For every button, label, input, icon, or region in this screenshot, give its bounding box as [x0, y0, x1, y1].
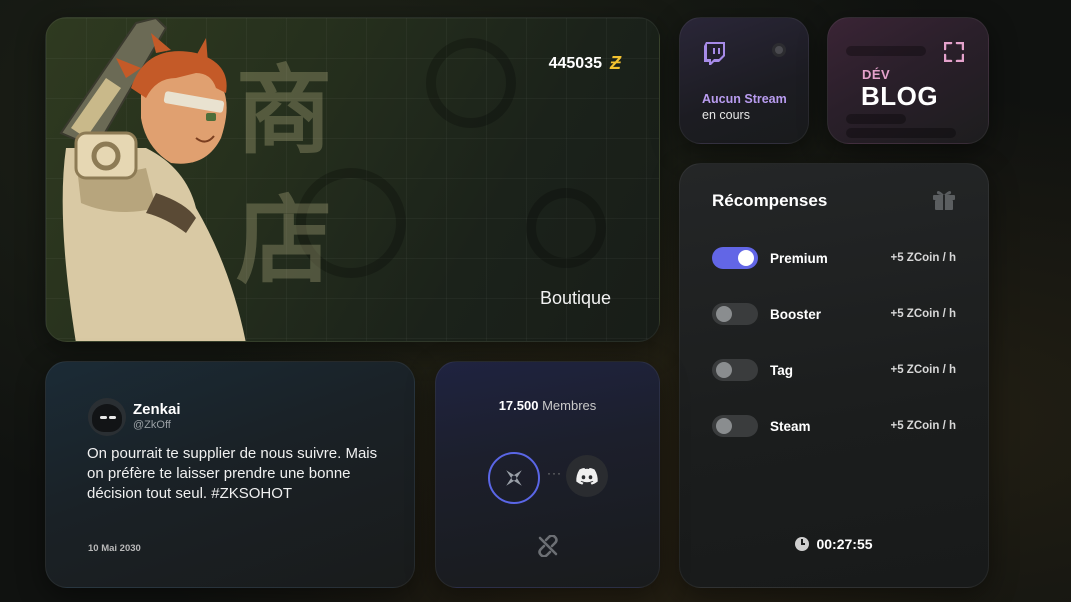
blog-title: BLOG — [861, 81, 939, 111]
reward-row-premium: Premium +5 ZCoin / h — [712, 246, 956, 270]
reward-row-steam: Steam +5 ZCoin / h — [712, 414, 956, 438]
tweet-author-name: Zenkai — [133, 401, 181, 418]
blog-small-label: DÉV — [862, 67, 891, 82]
steam-toggle[interactable] — [712, 415, 758, 437]
twitch-icon — [704, 42, 725, 65]
shuriken-icon — [506, 470, 522, 486]
cloud-ornament — [426, 38, 516, 128]
booster-toggle[interactable] — [712, 303, 758, 325]
reward-row-tag: Tag +5 ZCoin / h — [712, 358, 956, 382]
rewards-title: Récompenses — [712, 191, 828, 210]
member-count-value: 17.500 — [498, 398, 539, 413]
character-illustration — [59, 18, 246, 341]
avatar — [88, 398, 126, 436]
connection-dots: ··· — [547, 466, 562, 480]
twitch-card[interactable]: Aucun Stream en cours — [679, 17, 809, 144]
gift-icon — [933, 191, 955, 210]
reward-value: +5 ZCoin / h — [890, 308, 957, 320]
live-status-dot — [772, 43, 786, 57]
reward-timer: 00:27:55 — [680, 536, 988, 552]
shop-coin-balance: 445035 Ƶ — [549, 53, 621, 74]
tweet-date: 10 Mai 2030 — [88, 543, 141, 554]
premium-toggle[interactable] — [712, 247, 758, 269]
focus-frame-icon[interactable] — [944, 42, 964, 62]
reward-value: +5 ZCoin / h — [890, 364, 957, 376]
clock-icon — [795, 537, 810, 551]
reward-name: Tag — [770, 362, 793, 378]
tweet-card[interactable]: Zenkai @ZkOff On pourrait te supplier de… — [45, 361, 415, 588]
timer-value: 00:27:55 — [816, 536, 873, 552]
tag-toggle[interactable] — [712, 359, 758, 381]
zcoin-icon: Ƶ — [610, 53, 621, 73]
tweet-author-handle[interactable]: @ZkOff — [133, 419, 171, 431]
zk-server-icon — [488, 452, 540, 504]
discord-logo-icon — [576, 467, 598, 485]
reward-value: +5 ZCoin / h — [890, 252, 957, 264]
coin-amount: 445035 — [548, 54, 602, 72]
blog-card[interactable]: DÉV BLOG — [827, 17, 989, 144]
reward-name: Premium — [770, 250, 828, 266]
discord-icon[interactable] — [566, 455, 608, 497]
shop-label[interactable]: Boutique — [540, 288, 611, 309]
shop-card[interactable]: 商 店 445035 Ƶ Boutique — [45, 17, 660, 342]
stream-status-sub: en cours — [702, 108, 750, 122]
reward-name: Steam — [770, 418, 811, 434]
cloud-ornament — [526, 188, 606, 268]
reward-value: +5 ZCoin / h — [890, 420, 957, 432]
reward-name: Booster — [770, 306, 822, 322]
broken-link-icon[interactable] — [537, 535, 559, 557]
rewards-card: Récompenses Premium +5 ZCoin / h Booster… — [679, 163, 989, 588]
discord-card[interactable]: 17.500 Membres ··· — [435, 361, 660, 588]
stream-status: Aucun Stream — [702, 92, 787, 106]
discord-member-count: 17.500 Membres — [436, 398, 659, 413]
tweet-text: On pourrait te supplier de nous suivre. … — [87, 445, 378, 502]
member-count-label: Membres — [542, 398, 597, 413]
reward-row-booster: Booster +5 ZCoin / h — [712, 302, 956, 326]
